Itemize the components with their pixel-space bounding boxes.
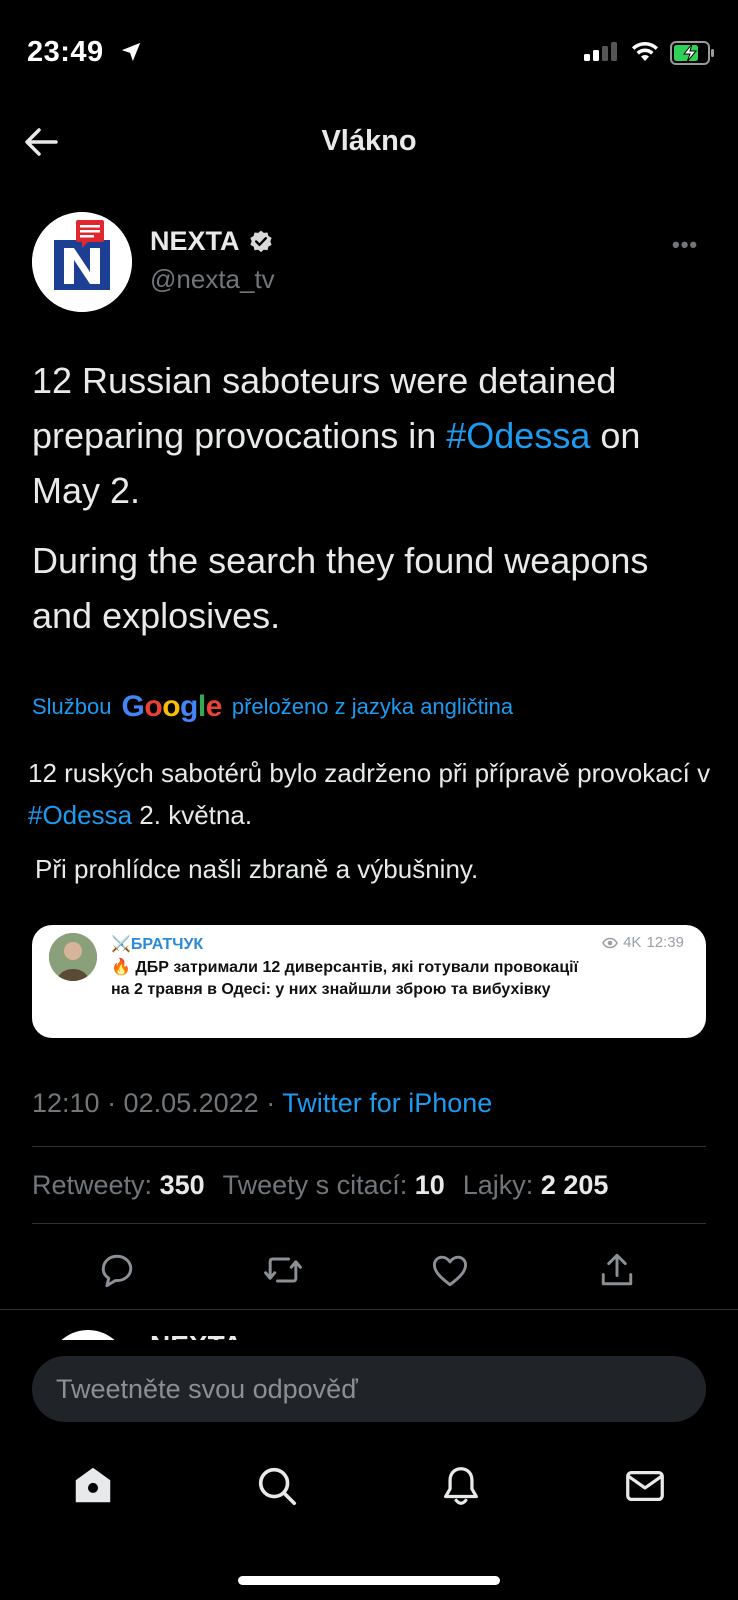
post-meta: 4K 12:39 — [602, 934, 684, 951]
page-title: Vlákno — [321, 125, 417, 157]
next-tweet-author: NEXTA — [150, 1330, 243, 1340]
verified-badge-icon — [249, 230, 272, 252]
home-indicator[interactable] — [238, 1576, 500, 1585]
likes-stat[interactable]: Lajky: 2 205 — [463, 1170, 609, 1201]
retweets-stat[interactable]: Retweety: 350 — [32, 1170, 205, 1201]
divider — [32, 1223, 706, 1224]
like-icon[interactable] — [428, 1248, 472, 1292]
quotes-label: Tweety s citací: — [222, 1170, 408, 1200]
tweet-text-paragraph-1: 12 Russian saboteurs were detained prepa… — [32, 353, 712, 518]
next-tweet-avatar — [48, 1330, 128, 1340]
notifications-icon[interactable] — [438, 1463, 484, 1509]
share-icon[interactable] — [595, 1248, 639, 1292]
channel-avatar — [49, 933, 97, 981]
timestamp-text: 12:10 · 02.05.2022 · — [32, 1088, 283, 1118]
hashtag-link[interactable]: #Odessa — [446, 415, 590, 456]
quotes-stat[interactable]: Tweety s citací: 10 — [223, 1170, 445, 1201]
author-name-text: NEXTA — [150, 226, 240, 256]
wifi-icon — [632, 41, 658, 61]
reply-icon[interactable] — [95, 1248, 139, 1292]
next-tweet-peek[interactable]: NEXTA — [0, 1310, 738, 1340]
post-text: 🔥 ДБР затримали 12 диверсантів, які готу… — [111, 959, 579, 998]
translated-text-1b: 2. května. — [132, 800, 253, 830]
channel-name: ⚔️БРАТЧУК — [111, 936, 204, 953]
tweet-timestamp: 12:10 · 02.05.2022 · Twitter for iPhone — [32, 1088, 492, 1119]
status-time: 23:49 — [27, 36, 104, 68]
retweets-count: 350 — [159, 1170, 205, 1200]
battery-icon — [670, 41, 714, 65]
post-time: 12:39 — [646, 934, 684, 951]
likes-count: 2 205 — [540, 1170, 609, 1200]
location-arrow-icon — [121, 42, 141, 62]
signal-icon — [584, 42, 617, 61]
divider — [32, 1146, 706, 1147]
translated-paragraph-2: Při prohlídce našli zbraně a výbušniny. — [35, 854, 479, 884]
home-icon[interactable] — [70, 1463, 116, 1509]
translation-attribution[interactable]: Službou Google přeloženo z jazyka anglič… — [32, 690, 513, 724]
tweet-stats: Retweety: 350 Tweety s citací: 10 Lajky:… — [32, 1170, 608, 1201]
retweets-label: Retweety: — [32, 1170, 153, 1200]
search-icon[interactable] — [254, 1463, 300, 1509]
translated-paragraph-1: 12 ruských sabotérů bylo zadrženo při př… — [28, 752, 718, 836]
more-icon[interactable]: ••• — [672, 232, 698, 258]
translated-hashtag-link[interactable]: #Odessa — [28, 800, 132, 830]
eye-icon — [602, 937, 618, 948]
tweet-media-image[interactable]: ⚔️БРАТЧУК 4K 12:39 🔥 ДБР затримали 12 ди… — [32, 925, 706, 1038]
tweet-text-paragraph-2: During the search they found weapons and… — [32, 540, 649, 636]
reply-input[interactable] — [32, 1356, 706, 1422]
retweet-icon[interactable] — [261, 1248, 305, 1292]
translated-text-1a: 12 ruských sabotérů bylo zadrženo při př… — [28, 758, 711, 788]
translation-suffix: přeloženo z jazyka angličtina — [231, 694, 514, 719]
likes-label: Lajky: — [462, 1170, 534, 1200]
author-handle[interactable]: @nexta_tv — [150, 264, 275, 295]
author-name[interactable]: NEXTA — [150, 226, 274, 257]
source-app-link[interactable]: Twitter for iPhone — [282, 1088, 492, 1118]
google-logo: Google — [121, 690, 223, 723]
translation-prefix: Službou — [32, 694, 112, 719]
quotes-count: 10 — [414, 1170, 445, 1200]
messages-icon[interactable] — [622, 1463, 668, 1509]
view-count: 4K — [623, 934, 642, 951]
author-avatar[interactable] — [32, 212, 132, 312]
